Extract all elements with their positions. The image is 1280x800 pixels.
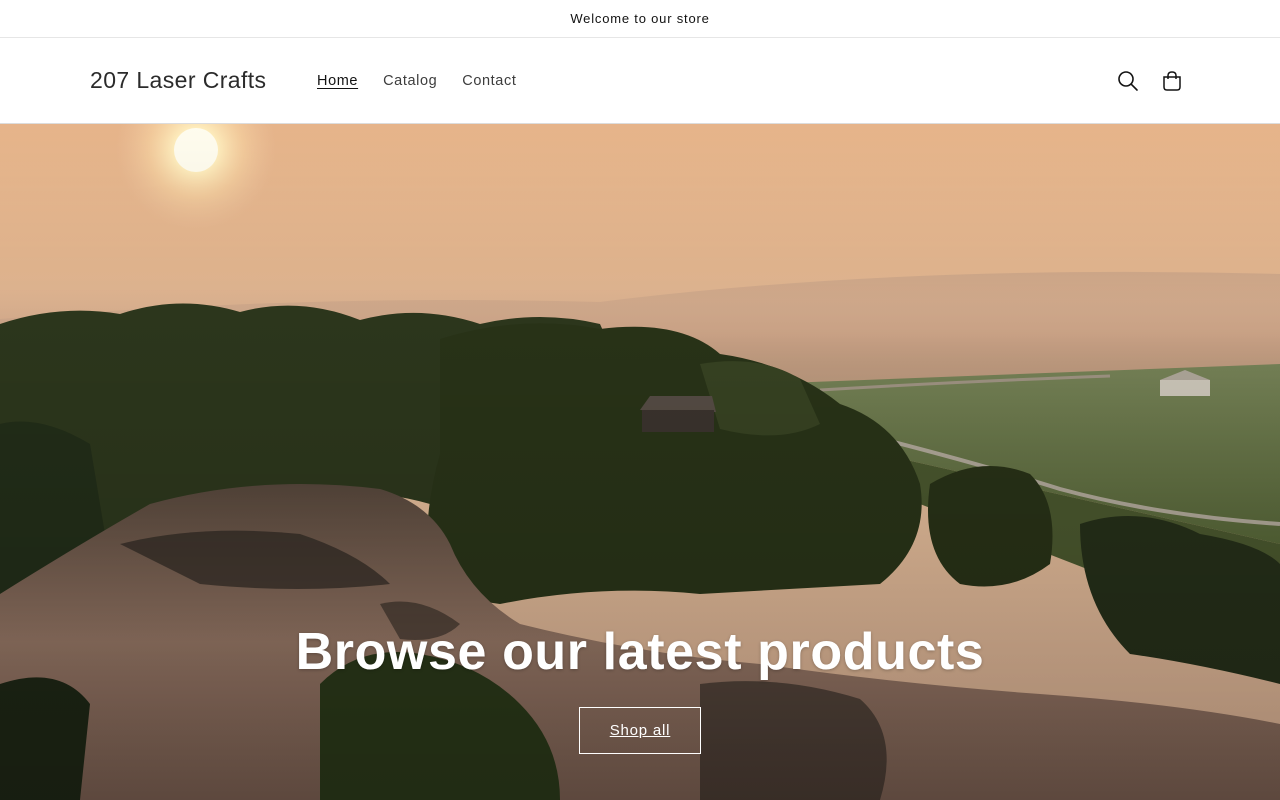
- main-nav: Home Catalog Contact: [317, 71, 541, 91]
- hero-title: Browse our latest products: [295, 623, 985, 681]
- hero-image: [0, 124, 1280, 800]
- shop-all-button[interactable]: Shop all: [579, 707, 701, 754]
- store-logo[interactable]: 207 Laser Crafts: [90, 65, 266, 95]
- announcement-text: Welcome to our store: [570, 11, 710, 26]
- nav-item-home[interactable]: Home: [317, 71, 358, 91]
- announcement-bar: Welcome to our store: [0, 0, 1280, 38]
- search-button[interactable]: [1114, 67, 1142, 95]
- cart-icon: [1163, 71, 1181, 91]
- hero-banner: Browse our latest products Shop all: [0, 124, 1280, 800]
- site-header: 207 Laser Crafts Home Catalog Contact: [0, 39, 1280, 124]
- nav-item-catalog[interactable]: Catalog: [383, 71, 437, 91]
- cart-button[interactable]: [1158, 67, 1186, 95]
- search-icon: [1118, 71, 1138, 91]
- nav-item-contact[interactable]: Contact: [462, 71, 516, 91]
